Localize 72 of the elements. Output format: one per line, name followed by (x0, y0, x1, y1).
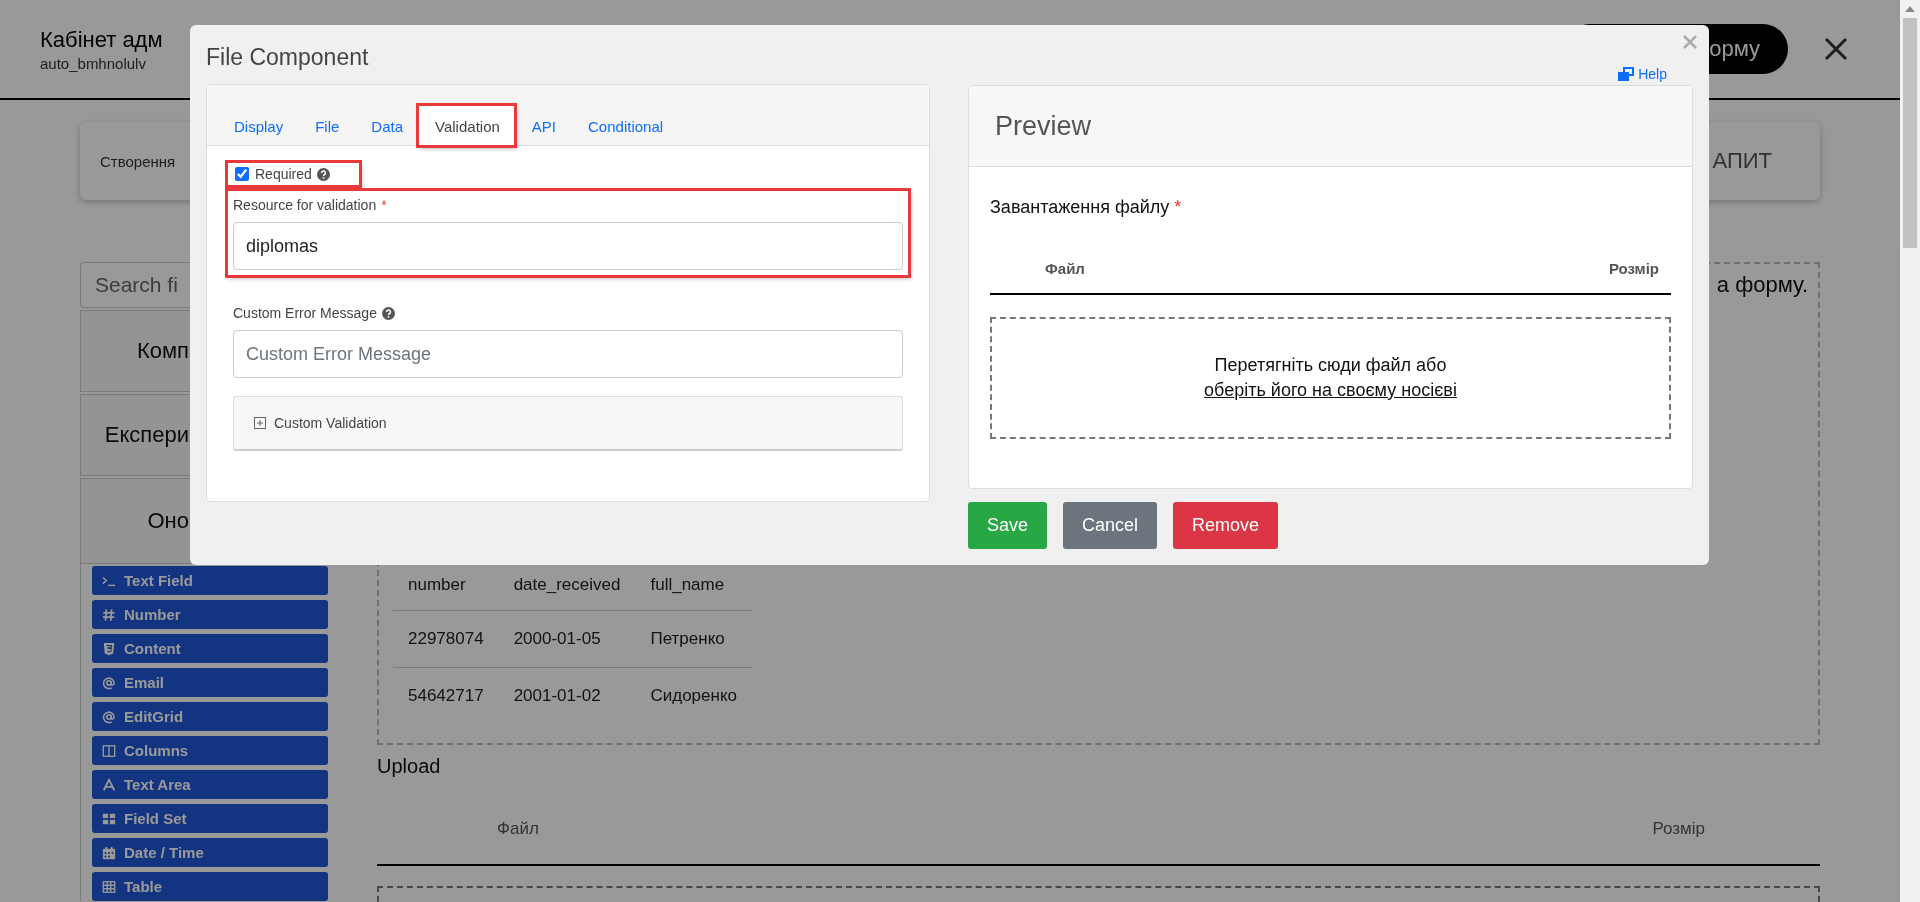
component-button[interactable]: Content (92, 634, 328, 663)
up-arrow-icon[interactable] (1905, 6, 1915, 12)
component-button[interactable]: Field Set (92, 804, 328, 833)
input-field[interactable]: Custom Error Message (233, 330, 903, 378)
at-sign-icon (102, 675, 116, 690)
scrollbar[interactable] (1900, 0, 1920, 902)
cancel-button[interactable]: Cancel (1063, 502, 1158, 549)
columns-icon (102, 743, 116, 758)
table-cell: Сидоренко (635, 667, 752, 724)
component-button[interactable]: EditGrid (92, 702, 328, 731)
panel-title: Custom Validation (274, 415, 387, 431)
dialog-title: File Component (206, 44, 369, 71)
tab-label[interactable]: АПИТ (1712, 148, 1772, 174)
collapsible-panel[interactable]: Custom Validation (233, 396, 903, 451)
component-button[interactable]: Table (92, 872, 328, 901)
help-icon (381, 306, 395, 320)
tab[interactable]: Validation (418, 105, 515, 146)
section-title: Оно (147, 508, 189, 533)
table-cell: Петренко (635, 610, 752, 668)
column-header: Розмір (1608, 259, 1659, 277)
column-header: full_name (635, 560, 752, 611)
table-cell: 54642717 (393, 667, 499, 724)
column-header: Файл (1045, 259, 1085, 277)
help-link[interactable]: Help (1618, 66, 1667, 82)
section-title: Експери (104, 422, 189, 447)
tab[interactable]: Display (217, 105, 299, 146)
hash-icon (102, 607, 116, 622)
checkbox-label: Required (255, 166, 312, 182)
close-icon[interactable] (1824, 37, 1848, 61)
column-header: Розмір (1652, 819, 1705, 839)
column-header: number (393, 560, 499, 611)
column-header: Файл (497, 819, 539, 839)
field-label: Завантаження файлу * (990, 197, 1183, 218)
table-icon (102, 879, 116, 894)
table-cell: 2000-01-05 (498, 610, 636, 668)
at-sign-icon (102, 709, 116, 724)
tab-label[interactable]: Створення (100, 152, 176, 170)
section-title: Комп (136, 338, 189, 363)
windows-icon (1618, 67, 1635, 81)
help-icon (316, 167, 330, 181)
remove-button[interactable]: Remove (1173, 502, 1279, 549)
column-header: date_received (498, 560, 636, 611)
calendar-icon (102, 845, 116, 860)
input-field[interactable]: diplomas (233, 222, 903, 270)
field-label: Upload (377, 755, 442, 778)
tab[interactable]: Data (354, 105, 419, 146)
component-button[interactable]: Date / Time (92, 838, 328, 867)
tab[interactable]: API (514, 105, 571, 146)
component-button[interactable]: Email (92, 668, 328, 697)
field-label: Resource for validation * (233, 197, 387, 213)
drop-zone[interactable]: Перетягніть сюди файл або оберіть його на своєму носієві (990, 317, 1671, 439)
component-button[interactable]: Number (92, 600, 328, 629)
tab[interactable]: File (298, 105, 355, 146)
table-cell: 22978074 (393, 610, 499, 668)
save-button[interactable]: Save (968, 502, 1048, 549)
user-name: auto_bmhnolulv (40, 54, 147, 72)
letter-icon (102, 777, 116, 792)
table-cell: 2001-01-02 (498, 667, 636, 724)
tab[interactable]: Conditional (571, 105, 679, 146)
hint-text: а форму. (1716, 272, 1808, 298)
browse-link[interactable]: оберіть його на своєму носієві (1204, 380, 1457, 401)
component-button[interactable]: Text Field (92, 566, 328, 595)
panel-title: Preview (995, 110, 1092, 142)
required-checkbox[interactable] (235, 167, 249, 181)
shield-icon (102, 641, 116, 656)
page-title: Кабінет адм (40, 26, 163, 53)
component-button[interactable]: Columns (92, 736, 328, 765)
field-label: Custom Error Message (233, 305, 377, 321)
scrollbar-thumb[interactable] (1903, 18, 1917, 248)
drop-text: Перетягніть сюди файл або (1214, 355, 1447, 376)
component-button[interactable]: Text Area (92, 770, 328, 799)
grid-icon (102, 811, 116, 826)
